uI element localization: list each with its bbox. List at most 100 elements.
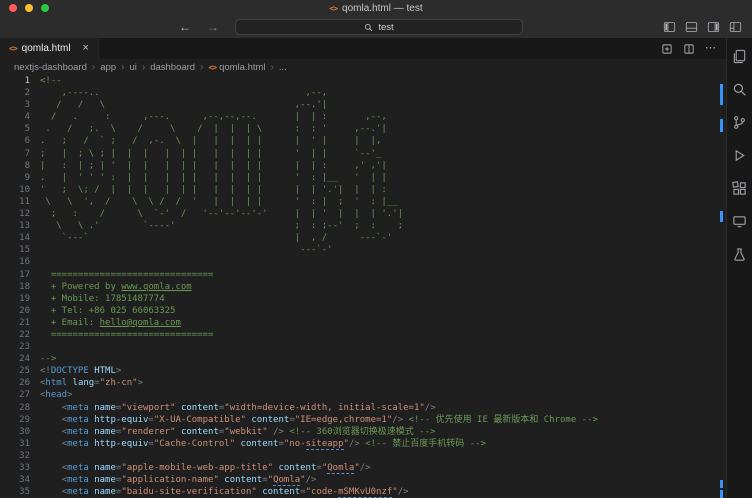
command-center-search[interactable]: test [235, 19, 523, 35]
code-line[interactable]: 16 [0, 256, 716, 268]
line-number: 2 [0, 87, 30, 99]
code-line[interactable]: 9. | ' ' ' : | | | | | | | | | ' : |__ '… [0, 172, 716, 184]
breadcrumb-separator-icon: › [271, 62, 274, 73]
line-number: 6 [0, 135, 30, 147]
line-number: 1 [0, 75, 30, 87]
toggle-panel-icon[interactable] [685, 21, 698, 33]
code-line[interactable]: 13 \ \ .' `----' ; : ;--' ; : ; [0, 220, 716, 232]
editor-scrollbar[interactable] [716, 75, 726, 498]
run-debug-icon[interactable] [730, 145, 750, 165]
code-line[interactable]: 12 ; : / \ `-' / '--'--'--'-' | | ' | | … [0, 208, 716, 220]
explorer-icon[interactable] [730, 46, 750, 66]
split-editor-icon[interactable] [683, 43, 695, 55]
html-file-icon: <> [208, 63, 216, 72]
search-icon[interactable] [730, 79, 750, 99]
line-number: 26 [0, 377, 30, 389]
breadcrumb-item[interactable]: ... [279, 62, 287, 73]
minimize-window-button[interactable] [25, 4, 33, 12]
editor-code[interactable]: 1<!--2 ,----.. ,--,3 / / \ ,--.'|4 / . :… [0, 75, 716, 498]
code-line[interactable]: 30 <meta name="renderer" content="webkit… [0, 426, 716, 438]
breadcrumb-item[interactable]: nextjs-dashboard [14, 62, 87, 73]
code-line[interactable]: 20 + Tel: +86 025 66063325 [0, 305, 716, 317]
code-line[interactable]: 14 `---` | , / ---`-' [0, 232, 716, 244]
more-actions-icon[interactable]: ⋯ [705, 43, 716, 54]
code-line[interactable]: 23 [0, 341, 716, 353]
editor-group: <> qomla.html × ⋯ nextjs-dashboard › app › u… [0, 38, 726, 498]
code-line[interactable]: 26<html lang="zh-cn"> [0, 377, 716, 389]
code-line[interactable]: 5 . / ;. \ / \ / | | | \ : : ' ,--.'| [0, 123, 716, 135]
code-line[interactable]: 34 <meta name="application-name" content… [0, 474, 716, 486]
customize-layout-icon[interactable] [729, 21, 742, 33]
code-line[interactable]: 4 / . : ,---. ,--,--,--. | | : ,--, [0, 111, 716, 123]
line-number: 18 [0, 281, 30, 293]
close-tab-icon[interactable]: × [83, 43, 89, 54]
line-number: 7 [0, 148, 30, 160]
overview-ruler-mark [720, 84, 723, 105]
html-file-icon: <> [329, 4, 337, 13]
search-icon [364, 23, 373, 32]
tab-label: qomla.html [22, 43, 71, 54]
close-window-button[interactable] [9, 4, 17, 12]
overview-ruler-mark [720, 490, 723, 498]
code-line[interactable]: 19 + Mobile: 17851487774 [0, 293, 716, 305]
main-area: <> qomla.html × ⋯ nextjs-dashboard › app › u… [0, 38, 752, 498]
source-control-icon[interactable] [730, 112, 750, 132]
line-number: 28 [0, 402, 30, 414]
editor-actions: ⋯ [661, 38, 726, 59]
code-line[interactable]: 29 <meta http-equiv="X-UA-Compatible" co… [0, 414, 716, 426]
line-number: 25 [0, 365, 30, 377]
remote-explorer-icon[interactable] [730, 211, 750, 231]
line-number: 16 [0, 256, 30, 268]
code-line[interactable]: 11 \ \ ', / \ \ / / ' | | | | ' : | ; ' … [0, 196, 716, 208]
line-number: 19 [0, 293, 30, 305]
breadcrumb-item[interactable]: app [100, 62, 116, 73]
code-line[interactable]: 25<!DOCTYPE HTML> [0, 365, 716, 377]
line-number: 33 [0, 462, 30, 474]
forward-button[interactable]: → [207, 21, 219, 33]
line-number: 32 [0, 450, 30, 462]
back-button[interactable]: ← [179, 21, 191, 33]
open-changes-icon[interactable] [661, 43, 673, 55]
breadcrumb-item[interactable]: dashboard [150, 62, 195, 73]
code-line[interactable]: 17 ============================== [0, 269, 716, 281]
line-number: 9 [0, 172, 30, 184]
line-number: 15 [0, 244, 30, 256]
breadcrumb: nextjs-dashboard›app›ui›dashboard›<>qoml… [0, 59, 726, 75]
code-line[interactable]: 33 <meta name="apple-mobile-web-app-titl… [0, 462, 716, 474]
zoom-window-button[interactable] [41, 4, 49, 12]
line-number: 27 [0, 389, 30, 401]
code-line[interactable]: 7; | ; \ ; | | | | | | | | | | ' | | `--… [0, 148, 716, 160]
code-line[interactable]: 22 ============================== [0, 329, 716, 341]
line-number: 4 [0, 111, 30, 123]
code-line[interactable]: 3 / / \ ,--.'| [0, 99, 716, 111]
code-line[interactable]: 8| : | ; | ' | | | | | | | | | | | : ,' … [0, 160, 716, 172]
titlebar: <> qomla.html — test [0, 0, 752, 16]
toggle-primary-sidebar-icon[interactable] [663, 21, 676, 33]
vscode-window: <> qomla.html — test ← → test <> qomla.h… [0, 0, 752, 498]
html-file-icon: <> [9, 44, 17, 53]
line-number: 24 [0, 353, 30, 365]
tab-qomla-html[interactable]: <> qomla.html × [0, 38, 99, 59]
code-line[interactable]: 35 <meta name="baidu-site-verification" … [0, 486, 716, 498]
code-line[interactable]: 31 <meta http-equiv="Cache-Control" cont… [0, 438, 716, 450]
code-line[interactable]: 32 [0, 450, 716, 462]
code-line[interactable]: 6. ; / ` ; / ,-. \ | | | | | | ' | | |, [0, 135, 716, 147]
code-line[interactable]: 18 + Powered by www.qomla.com [0, 281, 716, 293]
code-line[interactable]: 27<head> [0, 389, 716, 401]
code-line[interactable]: 15 ---`-' [0, 244, 716, 256]
code-line[interactable]: 24--> [0, 353, 716, 365]
line-number: 22 [0, 329, 30, 341]
code-line[interactable]: 10' ; \; / | | | | | | | | | | | | '.'| … [0, 184, 716, 196]
breadcrumb-item[interactable]: <>qomla.html [208, 62, 265, 73]
activity-bar [726, 38, 752, 498]
code-line[interactable]: 1<!-- [0, 75, 716, 87]
breadcrumb-separator-icon: › [92, 62, 95, 73]
code-line[interactable]: 2 ,----.. ,--, [0, 87, 716, 99]
breadcrumb-item[interactable]: ui [129, 62, 136, 73]
code-line[interactable]: 21 + Email: hello@qomla.com [0, 317, 716, 329]
extensions-icon[interactable] [730, 178, 750, 198]
toggle-secondary-sidebar-icon[interactable] [707, 21, 720, 33]
overview-ruler-mark [720, 119, 723, 132]
testing-icon[interactable] [730, 244, 750, 264]
code-line[interactable]: 28 <meta name="viewport" content="width=… [0, 402, 716, 414]
